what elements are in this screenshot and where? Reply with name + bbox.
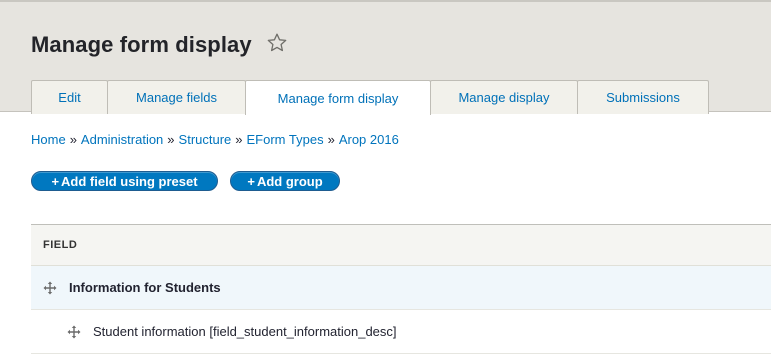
button-label: Add group	[256, 173, 323, 189]
tab-label: Manage display	[458, 90, 550, 105]
tab-label: Manage fields	[136, 90, 217, 105]
breadcrumb-separator: »	[235, 132, 243, 147]
tab-edit[interactable]: Edit	[31, 80, 108, 114]
breadcrumb: Home» Administration» Structure» EForm Type…	[31, 132, 399, 147]
breadcrumb-eform-types[interactable]: EForm Types	[247, 132, 324, 147]
breadcrumb-arop-2016[interactable]: Arop 2016	[339, 132, 399, 147]
tab-submissions[interactable]: Submissions	[577, 80, 709, 114]
star-icon[interactable]	[265, 31, 289, 55]
tab-label: Submissions	[606, 90, 680, 105]
breadcrumb-separator: »	[167, 132, 175, 147]
page-header: Manage form display Edit Manage fields M…	[0, 0, 771, 115]
breadcrumb-separator: »	[69, 132, 77, 147]
plus-icon: +	[247, 173, 255, 189]
tab-label: Manage form display	[277, 90, 399, 106]
fields-table: FIELD Information for Students Student i…	[31, 224, 771, 354]
plus-icon: +	[51, 173, 60, 189]
row-label: Information for Students	[69, 280, 221, 295]
tab-manage-display[interactable]: Manage display	[430, 80, 578, 114]
tab-manage-form-display[interactable]: Manage form display	[245, 80, 431, 115]
tab-label: Edit	[58, 90, 81, 105]
add-field-preset-button[interactable]: + Add field using preset	[31, 171, 218, 191]
breadcrumb-home[interactable]: Home	[31, 132, 66, 147]
breadcrumb-administration[interactable]: Administration	[81, 132, 163, 147]
table-row-group: Information for Students	[31, 266, 771, 310]
breadcrumb-structure[interactable]: Structure	[179, 132, 232, 147]
column-header-field: FIELD	[43, 239, 78, 251]
breadcrumb-separator: »	[327, 132, 335, 147]
table-header: FIELD	[31, 224, 771, 266]
add-group-button[interactable]: + Add group	[230, 171, 340, 191]
button-label: Add field using preset	[61, 173, 198, 189]
drag-handle-icon[interactable]	[67, 325, 81, 339]
drag-handle-icon[interactable]	[43, 281, 57, 295]
page-title: Manage form display	[31, 32, 252, 57]
table-row-field: Student information [field_student_infor…	[31, 310, 771, 354]
row-label: Student information [field_student_infor…	[93, 324, 397, 339]
tab-manage-fields[interactable]: Manage fields	[107, 80, 246, 114]
